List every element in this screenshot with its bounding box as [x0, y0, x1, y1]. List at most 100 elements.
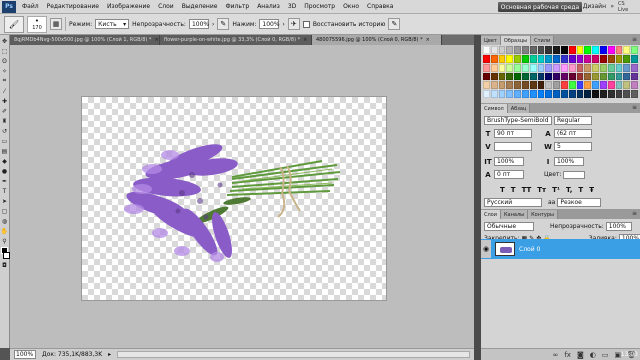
color-swatch[interactable]	[522, 46, 529, 54]
color-swatch[interactable]	[483, 63, 490, 72]
font-family-select[interactable]: BrushType-SemiBold	[484, 116, 552, 125]
menu-edit[interactable]: Редактирование	[43, 3, 103, 10]
color-swatch[interactable]	[537, 46, 545, 54]
layer-row[interactable]: ◉ Слой 0	[481, 239, 640, 259]
menu-file[interactable]: Файл	[18, 3, 43, 10]
color-swatch[interactable]	[537, 81, 545, 90]
color-swatch[interactable]	[545, 54, 553, 63]
type-tool-icon[interactable]: T	[1, 187, 9, 195]
color-swatch[interactable]	[537, 90, 545, 98]
eraser-tool-icon[interactable]: ▭	[1, 137, 9, 145]
blend-mode-select[interactable]: Обычные	[484, 222, 534, 231]
hand-tool-icon[interactable]: ✋	[1, 227, 9, 235]
color-swatch[interactable]	[514, 72, 521, 81]
color-swatch[interactable]	[576, 54, 584, 63]
brush-size-picker[interactable]: • 170	[27, 15, 47, 33]
color-swatch[interactable]	[529, 46, 537, 54]
color-swatch[interactable]	[615, 72, 623, 81]
color-swatch[interactable]	[522, 54, 529, 63]
color-swatch[interactable]	[576, 63, 584, 72]
color-swatch[interactable]	[592, 63, 599, 72]
color-swatch[interactable]	[553, 54, 560, 63]
canvas-area[interactable]	[10, 45, 474, 348]
chevron-right-icon[interactable]: ▸	[108, 351, 111, 358]
horizontal-scale-input[interactable]: 100%	[554, 157, 584, 166]
text-color-swatch[interactable]	[563, 170, 586, 179]
add-mask-icon[interactable]: ◙	[577, 351, 584, 359]
tool-preset-brush-icon[interactable]: 🖌	[4, 15, 24, 33]
document-canvas[interactable]	[82, 97, 386, 300]
color-swatch[interactable]	[631, 63, 638, 72]
color-swatch[interactable]	[631, 54, 638, 63]
color-swatch[interactable]	[584, 90, 592, 98]
menu-help[interactable]: Справка	[363, 3, 397, 10]
gradient-tool-icon[interactable]: ▤	[1, 147, 9, 155]
color-swatch[interactable]	[537, 54, 545, 63]
color-swatch[interactable]	[522, 81, 529, 90]
color-swatch[interactable]	[568, 46, 576, 54]
chevron-right-icon[interactable]: ›	[212, 21, 214, 28]
color-swatch[interactable]	[506, 81, 514, 90]
history-checkbox[interactable]	[302, 20, 310, 28]
color-swatch[interactable]	[631, 90, 638, 98]
strikethrough-button[interactable]: Ŧ	[589, 186, 594, 194]
layer-style-icon[interactable]: fx	[564, 351, 571, 359]
color-swatch[interactable]	[490, 90, 498, 98]
color-swatch[interactable]	[584, 72, 592, 81]
color-swatch[interactable]	[600, 72, 607, 81]
close-icon[interactable]: ×	[303, 37, 307, 43]
tab-paragraph[interactable]: Абзац	[507, 104, 531, 113]
marquee-tool-icon[interactable]: ⬚	[1, 47, 9, 55]
color-swatch[interactable]	[506, 54, 514, 63]
tab-swatches[interactable]: Образцы	[500, 36, 532, 45]
color-swatch[interactable]	[498, 90, 506, 98]
color-swatch[interactable]	[584, 63, 592, 72]
color-swatch[interactable]	[514, 46, 521, 54]
eyedropper-tool-icon[interactable]: ⁄	[1, 87, 9, 95]
color-swatch[interactable]	[483, 90, 490, 98]
color-swatch[interactable]	[545, 72, 553, 81]
color-swatch[interactable]	[576, 72, 584, 81]
color-swatch[interactable]	[561, 46, 568, 54]
panel-menu-icon[interactable]: ≡	[632, 210, 637, 217]
leading-input[interactable]: (62 пт	[554, 129, 592, 138]
faux-italic-button[interactable]: T	[511, 186, 516, 194]
color-swatch[interactable]	[514, 63, 521, 72]
color-swatch[interactable]	[600, 54, 607, 63]
color-swatch[interactable]	[561, 54, 568, 63]
color-swatch[interactable]	[561, 72, 568, 81]
dodge-tool-icon[interactable]: ●	[1, 167, 9, 175]
color-swatch[interactable]	[600, 63, 607, 72]
color-swatch[interactable]	[561, 90, 568, 98]
color-swatch[interactable]	[561, 81, 568, 90]
color-swatch[interactable]	[600, 90, 607, 98]
color-swatch[interactable]	[522, 72, 529, 81]
brush-panel-icon[interactable]: ▦	[50, 18, 62, 30]
color-swatch[interactable]	[623, 81, 631, 90]
tablet-opacity-icon[interactable]: ✎	[217, 18, 230, 30]
faux-bold-button[interactable]: T	[500, 186, 505, 194]
color-swatch[interactable]	[623, 46, 631, 54]
color-swatch[interactable]	[529, 72, 537, 81]
color-swatch[interactable]	[545, 46, 553, 54]
tab-document-2[interactable]: flower-purple-on-white.jpg @ 33,3% (Слой…	[160, 35, 312, 45]
visibility-eye-icon[interactable]: ◉	[481, 240, 491, 258]
tab-color[interactable]: Цвет	[481, 36, 501, 45]
color-swatch[interactable]	[584, 81, 592, 90]
color-swatch[interactable]	[576, 81, 584, 90]
menu-layers[interactable]: Слои	[154, 3, 178, 10]
panel-menu-icon[interactable]: ≡	[632, 36, 637, 43]
close-icon[interactable]: ×	[154, 37, 158, 43]
color-swatch[interactable]	[600, 46, 607, 54]
swatch-grid[interactable]	[483, 46, 638, 98]
kerning-input[interactable]	[494, 142, 532, 151]
3d-rotate-tool-icon[interactable]: ◍	[1, 217, 9, 225]
color-swatch[interactable]	[537, 63, 545, 72]
color-swatch[interactable]	[514, 81, 521, 90]
color-swatch[interactable]	[545, 90, 553, 98]
color-swatch[interactable]	[615, 46, 623, 54]
cs-live-button[interactable]: CS Live	[618, 1, 636, 13]
color-swatch[interactable]	[615, 54, 623, 63]
color-swatch[interactable]	[607, 81, 615, 90]
tab-document-3[interactable]: 480075596.jpg @ 100% (Слой 0, RGB/8) * ×	[312, 35, 442, 45]
